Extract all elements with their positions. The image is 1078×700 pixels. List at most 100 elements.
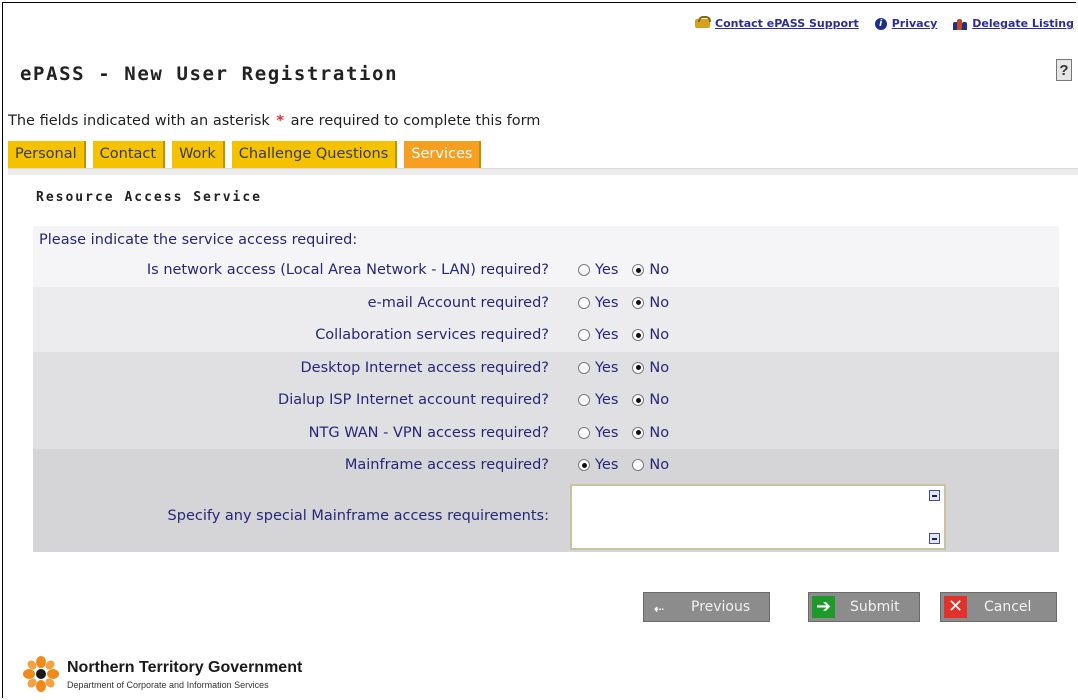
radio-button[interactable] xyxy=(578,459,590,471)
radio-no-label: No xyxy=(649,359,670,376)
radio-group-vpn: Yes No xyxy=(578,425,669,441)
question-row-vpn: NTG WAN - VPN access required? Yes No xyxy=(33,416,1059,449)
question-label: Desktop Internet access required? xyxy=(300,359,549,376)
people-icon xyxy=(953,18,968,30)
radio-no-label: No xyxy=(649,327,670,343)
radio-button[interactable] xyxy=(578,361,590,374)
contact-support-label: Contact ePASS Support xyxy=(715,17,859,30)
radio-no-label: No xyxy=(649,424,670,441)
arrow-left-icon: ⇠ xyxy=(654,602,665,616)
previous-button[interactable]: ⇠ Previous xyxy=(643,592,770,622)
radio-button[interactable] xyxy=(632,459,645,471)
required-note-text-2: are required to complete this form xyxy=(290,113,541,129)
radio-yes[interactable]: Yes xyxy=(578,457,618,473)
tab-work[interactable]: Work xyxy=(172,141,225,168)
mainframe-requirements-row: Specify any special Mainframe access req… xyxy=(33,481,1059,552)
top-links: Contact ePASS Support i Privacy Delegate… xyxy=(695,16,1074,30)
radio-yes-label: Yes xyxy=(595,392,619,408)
radio-yes[interactable]: Yes xyxy=(578,262,618,278)
radio-button[interactable] xyxy=(632,426,645,439)
radio-yes-label: Yes xyxy=(595,262,619,278)
radio-button[interactable] xyxy=(578,426,590,439)
x-icon: ✕ xyxy=(944,596,967,618)
radio-group-desktop-internet: Yes No xyxy=(578,360,669,376)
radio-button[interactable] xyxy=(632,394,645,406)
radio-button[interactable] xyxy=(632,296,645,309)
intro-text: Please indicate the service access requi… xyxy=(39,232,358,248)
question-label: e-mail Account required? xyxy=(367,294,549,311)
tab-bar: Personal Contact Work Challenge Question… xyxy=(8,141,482,168)
radio-button[interactable] xyxy=(578,394,590,406)
page-title: ePASS - New User Registration xyxy=(20,63,399,85)
tab-personal[interactable]: Personal xyxy=(8,141,86,168)
mainframe-requirements-textarea[interactable] xyxy=(570,483,946,550)
radio-no[interactable]: No xyxy=(632,295,669,311)
radio-no-label: No xyxy=(649,457,670,473)
section-title: Resource Access Service xyxy=(36,190,263,205)
radio-no[interactable]: No xyxy=(632,425,669,441)
department-name: Department of Corporate and Information … xyxy=(67,680,269,690)
delegate-listing-label: Delegate Listing xyxy=(972,17,1074,30)
radio-no[interactable]: No xyxy=(632,392,669,408)
radio-no[interactable]: No xyxy=(632,457,669,473)
question-row-lan: Is network access (Local Area Network - … xyxy=(33,254,1059,287)
radio-group-mainframe: Yes No xyxy=(578,457,669,473)
radio-button[interactable] xyxy=(578,296,590,309)
question-row-mainframe: Mainframe access required? Yes No xyxy=(33,449,1059,482)
radio-button[interactable] xyxy=(632,264,645,276)
question-row-dialup: Dialup ISP Internet account required? Ye… xyxy=(33,384,1059,417)
submit-label: Submit xyxy=(850,599,900,615)
radio-yes[interactable]: Yes xyxy=(578,327,618,343)
radio-button[interactable] xyxy=(632,361,645,374)
radio-group-collaboration: Yes No xyxy=(578,327,669,343)
radio-yes-label: Yes xyxy=(595,359,619,376)
submit-button[interactable]: ➔ Submit xyxy=(808,592,920,622)
contact-support-link[interactable]: Contact ePASS Support xyxy=(695,16,859,30)
radio-no[interactable]: No xyxy=(632,360,669,376)
privacy-link[interactable]: i Privacy xyxy=(874,17,938,30)
radio-no[interactable]: No xyxy=(632,327,669,343)
radio-group-email: Yes No xyxy=(578,295,669,311)
privacy-label: Privacy xyxy=(891,17,938,30)
radio-yes[interactable]: Yes xyxy=(578,360,618,376)
radio-yes[interactable]: Yes xyxy=(578,295,618,311)
tab-services[interactable]: Services xyxy=(404,141,482,168)
radio-group-dialup: Yes No xyxy=(578,392,669,408)
radio-button[interactable] xyxy=(632,329,645,341)
ntg-sun-logo xyxy=(23,656,59,692)
cancel-button[interactable]: ✕ Cancel xyxy=(940,592,1057,622)
radio-button[interactable] xyxy=(578,264,590,276)
scroll-down-arrow-icon[interactable] xyxy=(929,532,940,544)
question-row-desktop-internet: Desktop Internet access required? Yes No xyxy=(33,351,1059,384)
organization-name: Northern Territory Government xyxy=(67,659,303,676)
tab-underline xyxy=(8,168,1078,175)
required-asterisk: * xyxy=(276,113,285,129)
mainframe-requirements-label: Specify any special Mainframe access req… xyxy=(167,507,549,524)
scroll-up-arrow-icon[interactable] xyxy=(929,489,940,501)
radio-group-lan: Yes No xyxy=(578,262,669,278)
question-row-email: e-mail Account required? Yes No xyxy=(33,286,1059,319)
radio-no-label: No xyxy=(649,262,670,278)
delegate-listing-link[interactable]: Delegate Listing xyxy=(953,17,1074,30)
radio-yes-label: Yes xyxy=(595,294,619,311)
question-label: NTG WAN - VPN access required? xyxy=(308,424,549,441)
tab-contact[interactable]: Contact xyxy=(92,141,166,168)
question-label: Is network access (Local Area Network - … xyxy=(146,262,549,278)
arrow-right-icon: ➔ xyxy=(812,596,835,618)
tab-challenge-questions[interactable]: Challenge Questions xyxy=(231,141,398,168)
required-note-text: The fields indicated with an asterisk xyxy=(8,113,270,129)
required-note: The fields indicated with an asterisk * … xyxy=(8,113,540,129)
service-access-form: Please indicate the service access requi… xyxy=(33,226,1059,552)
help-button[interactable]: ? xyxy=(1056,59,1072,81)
radio-no[interactable]: No xyxy=(632,262,669,278)
radio-yes[interactable]: Yes xyxy=(578,425,618,441)
question-row-collaboration: Collaboration services required? Yes No xyxy=(33,319,1059,352)
radio-yes-label: Yes xyxy=(595,424,619,441)
radio-no-label: No xyxy=(649,392,670,408)
question-label: Mainframe access required? xyxy=(344,457,549,473)
radio-yes-label: Yes xyxy=(595,457,619,473)
question-label: Dialup ISP Internet account required? xyxy=(278,392,549,408)
previous-label: Previous xyxy=(691,599,751,615)
radio-yes[interactable]: Yes xyxy=(578,392,618,408)
radio-button[interactable] xyxy=(578,329,590,341)
